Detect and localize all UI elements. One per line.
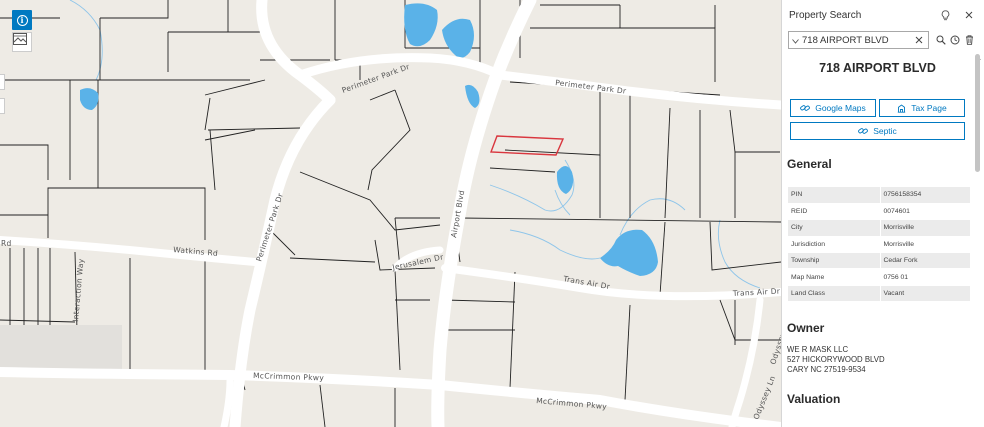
attr-key: Land Class: [788, 285, 881, 303]
septic-button[interactable]: Septic: [790, 122, 965, 140]
road-label-odyssey-ln-2: Odyssey Ln: [752, 374, 778, 420]
table-row: Jurisdiction Morrisville: [788, 236, 970, 254]
trash-icon[interactable]: [964, 33, 976, 47]
search-input[interactable]: [802, 34, 912, 46]
owner-details: WE R MASK LLC 527 HICKORYWOOD BLVD CARY …: [782, 345, 973, 375]
google-maps-label: Google Maps: [815, 103, 866, 113]
map-view[interactable]: Perimeter Park Dr Perimeter Park Dr Peri…: [0, 0, 781, 427]
link-buttons-row: Google Maps Tax Page: [782, 99, 973, 117]
tax-page-button[interactable]: Tax Page: [879, 99, 965, 117]
attr-key: City: [788, 219, 881, 237]
water-bodies: [80, 3, 658, 276]
table-row: Land Class Vacant: [788, 285, 970, 303]
panel-header: Property Search: [782, 0, 984, 30]
table-row: Township Cedar Fork: [788, 252, 970, 270]
septic-row: Septic: [782, 122, 973, 140]
panel-scrollbar[interactable]: [975, 54, 980, 172]
table-row: City Morrisville: [788, 219, 970, 237]
link-icon: [858, 127, 869, 135]
panel-title: Property Search: [789, 9, 862, 21]
valuation-section-title: Valuation: [787, 392, 841, 407]
info-button[interactable]: i: [12, 10, 32, 30]
address-title: 718 AIRPORT BLVD: [819, 61, 936, 75]
road-label-interaction-way: Interaction Way: [71, 258, 86, 322]
owner-name: WE R MASK LLC: [787, 345, 849, 355]
attr-key: Jurisdiction: [788, 236, 881, 254]
attr-key: Township: [788, 252, 881, 270]
clear-icon[interactable]: [912, 33, 925, 47]
attr-value: Morrisville: [880, 219, 970, 237]
owner-section-title: Owner: [787, 321, 825, 336]
attr-value: Morrisville: [880, 236, 970, 254]
scroll-up-arrow[interactable]: [975, 47, 981, 60]
attr-value: Vacant: [880, 285, 970, 303]
table-row: Map Name 0756 01: [788, 268, 970, 286]
septic-label: Septic: [873, 126, 897, 136]
general-attributes-table: PIN 0756158354 REID 0074601 City Morrisvill…: [788, 187, 970, 303]
attr-key: Map Name: [788, 268, 881, 286]
tax-page-label: Tax Page: [911, 103, 947, 113]
table-row: PIN 0756158354: [788, 187, 970, 204]
history-icon[interactable]: [949, 33, 961, 47]
zoom-in-stub[interactable]: [0, 74, 5, 90]
property-search-panel: Property Search 718 AIRPORT BLVD 718 AIR…: [781, 0, 984, 427]
search-box[interactable]: [788, 31, 929, 49]
general-section-title: General: [787, 157, 832, 171]
google-maps-button[interactable]: Google Maps: [790, 99, 876, 117]
attr-value: Cedar Fork: [880, 252, 970, 270]
building-icon: [897, 103, 906, 113]
attr-value: 0756 01: [880, 268, 970, 286]
road-label-odyssey-ln-1: Odyssey Ln: [768, 319, 781, 366]
road-label-rd: Rd: [1, 239, 12, 248]
zoom-out-stub[interactable]: [0, 98, 5, 114]
owner-city: CARY NC 27519-9534: [787, 365, 866, 375]
dropdown-caret-icon[interactable]: [792, 31, 799, 49]
search-icon[interactable]: [935, 33, 947, 47]
panel-content: 718 AIRPORT BLVD Google Maps Tax Page Se…: [782, 52, 973, 427]
close-icon[interactable]: [962, 8, 976, 22]
info-icon: i: [16, 14, 28, 26]
lightbulb-icon[interactable]: [938, 8, 952, 22]
attr-value: 0756158354: [880, 187, 970, 204]
attr-value: 0074601: [880, 203, 970, 221]
basemap-button[interactable]: [12, 32, 32, 52]
map-canvas[interactable]: Perimeter Park Dr Perimeter Park Dr Peri…: [0, 0, 781, 427]
road-label-perimeter-park-dr-2: Perimeter Park Dr: [555, 78, 628, 96]
attr-key: PIN: [788, 187, 881, 204]
owner-street: 527 HICKORYWOOD BLVD: [787, 355, 885, 365]
link-icon: [800, 104, 811, 112]
attr-key: REID: [788, 203, 881, 221]
table-row: REID 0074601: [788, 203, 970, 221]
basemap-icon: [13, 33, 27, 45]
search-row: [782, 30, 984, 50]
